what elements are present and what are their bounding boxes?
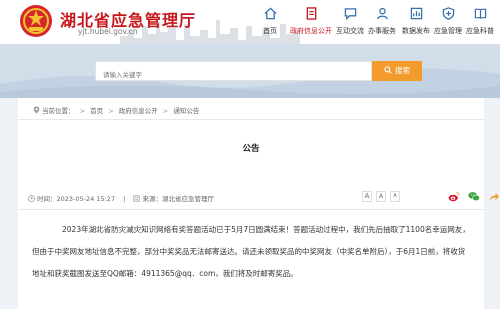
source-icon bbox=[133, 195, 141, 202]
article-body: 2023年湖北省防灾减灾知识网络有奖答题活动已于5月7日圆满结束！答题活动过程中… bbox=[32, 225, 470, 278]
search-icon bbox=[384, 66, 392, 74]
meta-divider bbox=[18, 209, 484, 210]
share-icon[interactable] bbox=[488, 191, 500, 202]
clock-icon bbox=[28, 195, 35, 202]
breadcrumb-gov-info[interactable]: 政府信息公开 bbox=[119, 107, 158, 115]
source-label: 来源： bbox=[142, 195, 162, 203]
book-icon bbox=[474, 8, 486, 19]
breadcrumb-home[interactable]: 首页 bbox=[90, 107, 103, 115]
chat-icon bbox=[344, 8, 356, 20]
main-nav: 首页 政府信息公开 互动交流 办事服务 数据发布 应急管理 应急科普 bbox=[250, 4, 500, 40]
font-size-small-button[interactable]: A bbox=[390, 191, 400, 202]
national-emblem-icon bbox=[20, 5, 52, 37]
font-size-medium-button[interactable]: A bbox=[376, 191, 386, 202]
meta-separator: | bbox=[123, 195, 126, 203]
nav-science[interactable]: 应急科普 bbox=[460, 4, 500, 40]
font-size-large-button[interactable]: A bbox=[362, 191, 372, 202]
article-source: 湖北省应急管理厅 bbox=[161, 195, 214, 203]
search-box bbox=[95, 61, 372, 84]
weibo-share-icon[interactable] bbox=[448, 191, 460, 202]
article-meta: 时间：2023-05-24 15:27 | 来源：湖北省应急管理厅 bbox=[28, 193, 214, 203]
breadcrumb-prefix: 当前位置： bbox=[42, 107, 75, 115]
time-label: 时间： bbox=[37, 195, 57, 203]
article-title: 公告 bbox=[242, 144, 260, 154]
search-button[interactable]: 搜索 bbox=[372, 61, 422, 81]
home-icon bbox=[263, 7, 277, 20]
breadcrumb-notices[interactable]: 通知公告 bbox=[173, 107, 199, 115]
document-icon bbox=[306, 7, 316, 20]
search-button-label: 搜索 bbox=[395, 66, 410, 75]
search-banner: 搜索 bbox=[0, 44, 500, 98]
publish-time: 2023-05-24 15:27 bbox=[56, 195, 116, 203]
location-icon bbox=[33, 106, 40, 114]
breadcrumb-separator: > bbox=[79, 107, 86, 115]
site-url: yjt.hubei.gov.cn bbox=[78, 27, 138, 36]
breadcrumb-separator: > bbox=[162, 107, 169, 115]
wechat-share-icon[interactable] bbox=[468, 191, 480, 202]
breadcrumb-separator: > bbox=[108, 107, 114, 115]
site-header: 湖北省应急管理厅 yjt.hubei.gov.cn 首页 政府信息公开 互动交流… bbox=[0, 0, 500, 44]
emergency-icon bbox=[442, 7, 454, 20]
data-icon bbox=[410, 7, 422, 20]
breadcrumb-divider bbox=[18, 119, 484, 120]
person-service-icon bbox=[376, 7, 388, 20]
article-card: 当前位置： > 首页 > 政府信息公开 > 通知公告 公告 时间：2023-05… bbox=[18, 98, 499, 309]
breadcrumb: 当前位置： > 首页 > 政府信息公开 > 通知公告 bbox=[33, 105, 199, 115]
search-input[interactable] bbox=[96, 66, 371, 84]
nav-science-label: 应急科普 bbox=[466, 27, 494, 35]
